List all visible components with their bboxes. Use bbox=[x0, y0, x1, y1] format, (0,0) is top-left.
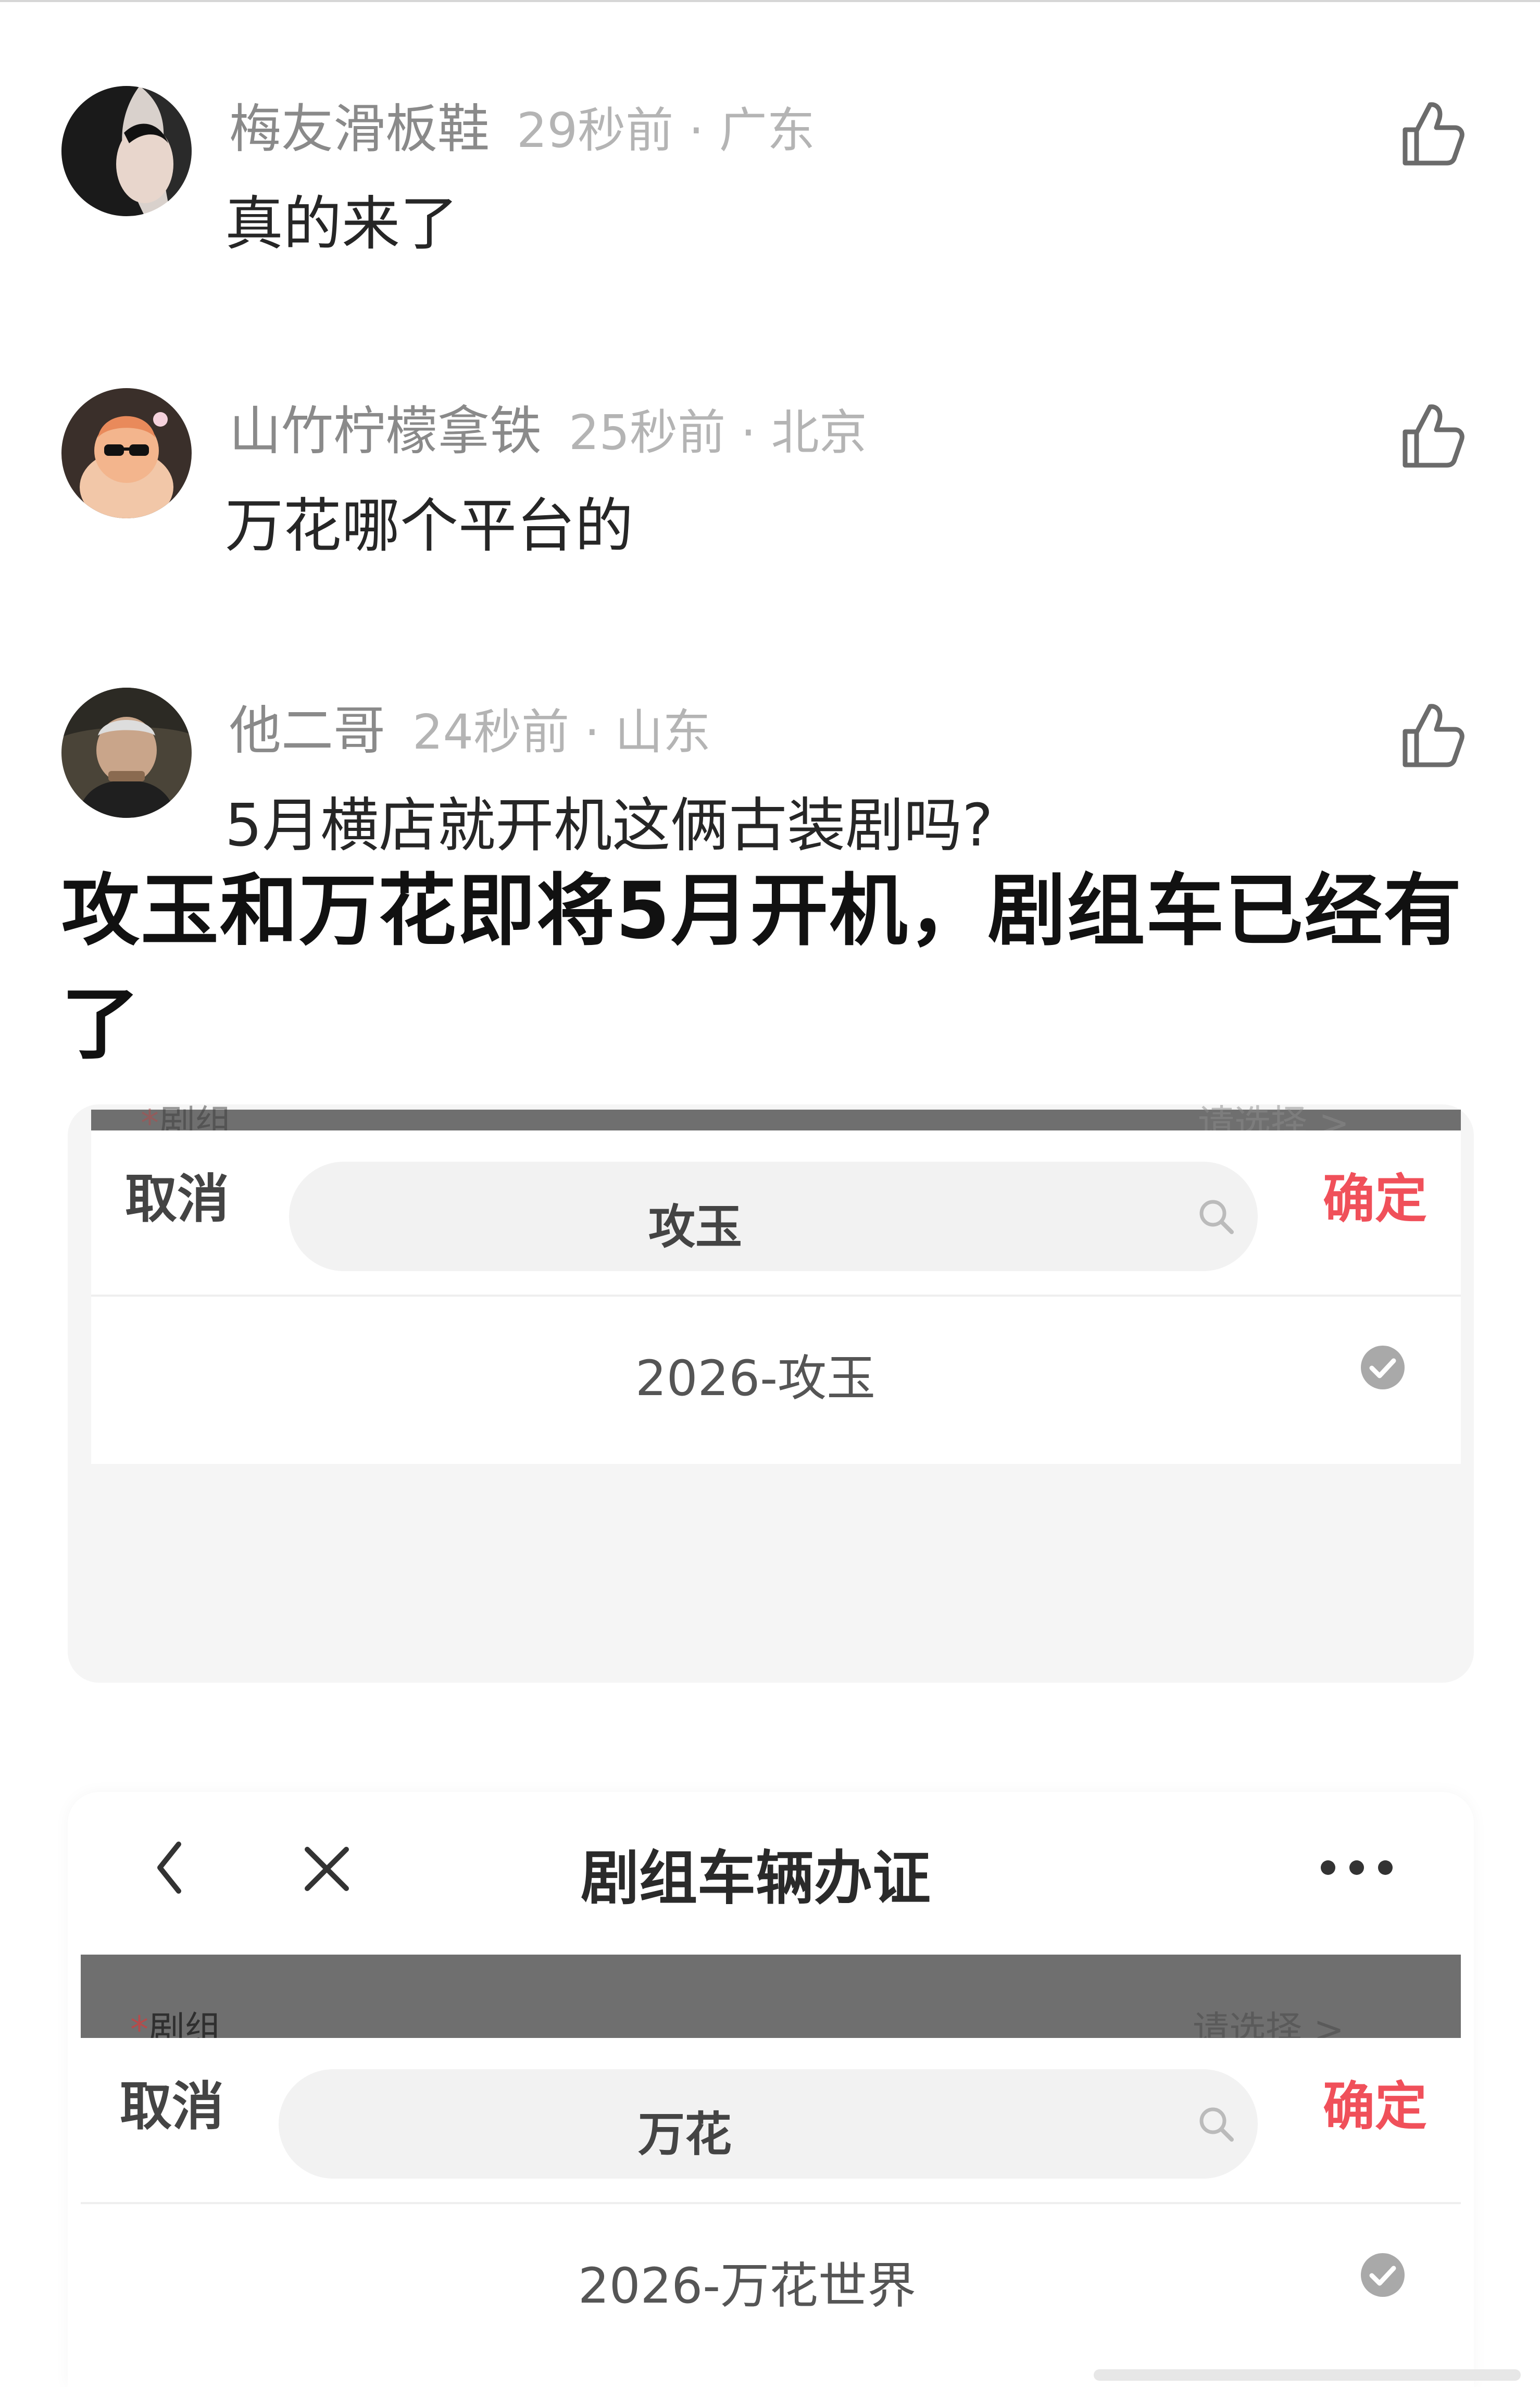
avatar[interactable] bbox=[61, 86, 192, 216]
confirm-button[interactable]: 确定 bbox=[1323, 2064, 1427, 2140]
search-input[interactable]: 攻玉 bbox=[289, 1162, 1258, 1271]
result-option[interactable]: 2026-攻玉 bbox=[635, 1339, 875, 1410]
check-circle-icon[interactable] bbox=[1359, 1344, 1406, 1391]
screenshot-card-2: 剧组车辆办证 *剧组 请选择 > 取消 万花 确定 2026-万花世界 bbox=[68, 1792, 1474, 2387]
avatar[interactable] bbox=[61, 688, 192, 818]
comment-meta: 29秒前 · 广东 bbox=[517, 103, 815, 158]
comment-text: 真的来了 bbox=[225, 190, 458, 258]
comment-text: 5月横店就开机这俩古装剧吗? bbox=[225, 792, 993, 860]
comment-item: 山竹柠檬拿铁 25秒前 · 北京 万花哪个平台的 bbox=[0, 388, 1540, 607]
divider bbox=[91, 1295, 1461, 1297]
cancel-button[interactable]: 取消 bbox=[125, 1157, 229, 1232]
thumbs-up-icon[interactable] bbox=[1394, 97, 1467, 170]
search-panel: 取消 万花 确定 2026-万花世界 bbox=[81, 2038, 1461, 2387]
search-icon bbox=[1199, 1200, 1234, 1234]
search-value: 攻玉 bbox=[648, 1200, 742, 1254]
comment-item: 梅友滑板鞋 29秒前 · 广东 真的来了 bbox=[0, 86, 1540, 305]
thumbs-up-icon[interactable] bbox=[1394, 400, 1467, 473]
screenshot-card-1: *剧组 请选择 > 取消 攻玉 确定 2026-攻玉 bbox=[68, 1102, 1474, 1683]
close-icon[interactable] bbox=[302, 1844, 352, 1894]
comment-author[interactable]: 山竹柠檬拿铁 bbox=[229, 401, 542, 462]
chevron-left-icon[interactable] bbox=[154, 1839, 185, 1896]
comment-header: 山竹柠檬拿铁 25秒前 · 北京 bbox=[229, 397, 867, 467]
thumbs-up-icon[interactable] bbox=[1394, 699, 1467, 772]
comment-header: 他二哥 24秒前 · 山东 bbox=[229, 697, 711, 766]
result-option[interactable]: 2026-万花世界 bbox=[578, 2246, 916, 2317]
check-circle-icon[interactable] bbox=[1359, 2252, 1406, 2298]
top-divider bbox=[0, 0, 1540, 2]
more-icon[interactable] bbox=[1318, 1857, 1396, 1878]
search-icon bbox=[1199, 2107, 1234, 2142]
comment-meta: 24秒前 · 山东 bbox=[412, 704, 711, 760]
cancel-button[interactable]: 取消 bbox=[120, 2064, 224, 2140]
search-panel: 取消 攻玉 确定 2026-攻玉 bbox=[91, 1130, 1461, 1464]
divider bbox=[81, 2202, 1461, 2204]
comment-author[interactable]: 梅友滑板鞋 bbox=[229, 98, 490, 159]
comment-header: 梅友滑板鞋 29秒前 · 广东 bbox=[229, 95, 815, 165]
comment-text: 万花哪个平台的 bbox=[225, 492, 633, 560]
page-title: 剧组车辆办证 bbox=[581, 1845, 931, 1912]
search-input[interactable]: 万花 bbox=[279, 2069, 1258, 2179]
post-headline: 攻玉和万花即将5月开机，剧组车已经有了 bbox=[61, 866, 1463, 1070]
comment-meta: 25秒前 · 北京 bbox=[569, 405, 867, 461]
scroll-indicator bbox=[1094, 2369, 1521, 2381]
comment-author[interactable]: 他二哥 bbox=[229, 700, 385, 761]
confirm-button[interactable]: 确定 bbox=[1323, 1157, 1427, 1232]
search-value: 万花 bbox=[638, 2107, 732, 2162]
avatar[interactable] bbox=[61, 388, 192, 518]
